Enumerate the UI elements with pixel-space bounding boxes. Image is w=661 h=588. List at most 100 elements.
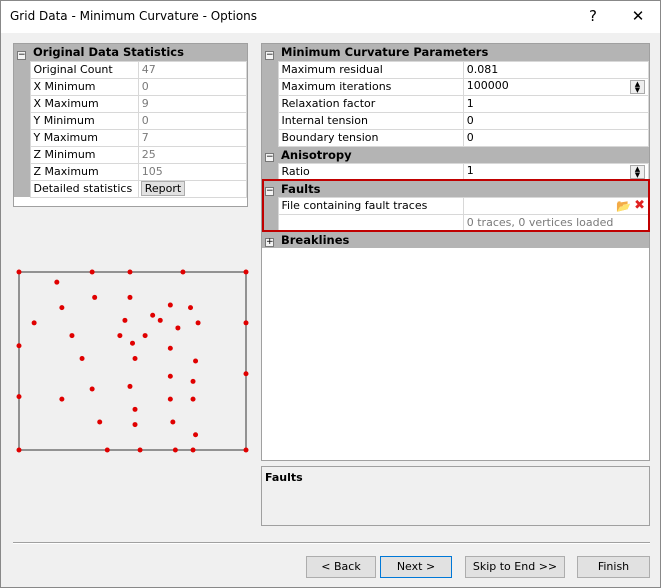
parameters-panel: − Minimum Curvature Parameters Maximum res…	[261, 43, 650, 461]
data-point	[167, 302, 173, 308]
stat-value: 105	[137, 162, 248, 181]
data-point	[243, 447, 249, 453]
data-point	[130, 340, 135, 346]
data-point	[127, 269, 133, 275]
data-point	[150, 312, 156, 318]
data-point	[16, 343, 22, 349]
stat-value: 47	[137, 60, 248, 79]
spinner-icon[interactable]: ▲ ▼	[630, 165, 645, 179]
data-preview-plot	[16, 269, 249, 453]
statistics-panel: − Original Data Statistics Original Count…	[13, 43, 248, 207]
stat-value: 0	[137, 77, 248, 96]
data-point	[190, 396, 196, 402]
back-button[interactable]: < Back	[306, 556, 376, 578]
collapse-icon[interactable]: −	[17, 50, 26, 60]
category-title: Minimum Curvature Parameters	[278, 44, 649, 61]
data-point	[243, 269, 249, 275]
skip-to-end-button[interactable]: Skip to End >>	[465, 556, 565, 578]
stat-label: Detailed statistics	[29, 179, 139, 198]
param-label: Boundary tension	[277, 128, 464, 147]
statistics-grid: − Original Data Statistics Original Count…	[14, 44, 248, 198]
stat-value: 7	[137, 128, 248, 147]
data-point	[69, 333, 75, 339]
data-point	[157, 317, 163, 323]
stat-row: Z Minimum 25	[14, 145, 248, 164]
data-point	[31, 320, 37, 326]
param-label: Ratio	[277, 162, 464, 181]
data-point	[167, 396, 173, 402]
data-point	[243, 320, 249, 326]
report-button[interactable]: Report	[140, 181, 186, 196]
stat-label: Y Minimum	[29, 111, 139, 130]
stat-row: Y Minimum 0	[14, 111, 248, 130]
data-point	[190, 447, 196, 453]
data-point	[142, 333, 148, 339]
param-value-input[interactable]: 1	[462, 94, 650, 113]
stat-label: Z Minimum	[29, 145, 139, 164]
help-button[interactable]: ?	[581, 5, 605, 29]
close-button[interactable]: ✕	[626, 5, 650, 29]
data-point	[188, 305, 194, 311]
stat-label: Z Maximum	[29, 162, 139, 181]
data-point	[127, 383, 133, 389]
data-point	[167, 373, 173, 379]
data-point	[127, 294, 133, 300]
param-label: Internal tension	[277, 111, 464, 130]
stat-row: Original Count 47	[14, 60, 248, 79]
category-minimum-curvature[interactable]: − Minimum Curvature Parameters	[262, 44, 649, 61]
divider	[13, 542, 650, 544]
next-button[interactable]: Next >	[380, 556, 452, 578]
data-point	[59, 396, 65, 402]
param-row: Ratio ▲ ▼ 1	[262, 162, 650, 181]
data-point	[117, 333, 123, 339]
stat-value: 0	[137, 111, 248, 130]
param-row: Maximum residual 0.081	[262, 60, 650, 79]
param-value-input[interactable]: 0	[462, 128, 650, 147]
spinner-icon[interactable]: ▲ ▼	[630, 80, 645, 94]
stat-row: Detailed statistics Report	[14, 179, 248, 198]
param-row: Internal tension 0	[262, 111, 650, 130]
data-point	[172, 447, 178, 453]
param-label: Relaxation factor	[277, 94, 464, 113]
title-bar: Grid Data - Minimum Curvature - Options …	[1, 1, 660, 33]
param-value-input[interactable]: 0	[462, 111, 650, 130]
category-title: Breaklines	[278, 231, 649, 248]
dialog-window: Grid Data - Minimum Curvature - Options …	[0, 0, 661, 588]
data-point	[59, 305, 65, 311]
category-anisotropy[interactable]: − Anisotropy	[262, 146, 649, 163]
data-point	[180, 269, 186, 275]
param-row: Relaxation factor 1	[262, 94, 650, 113]
data-point	[89, 269, 95, 275]
param-label: Maximum residual	[277, 60, 464, 79]
stat-row: Y Maximum 7	[14, 128, 248, 147]
param-row: Maximum iterations ▲ ▼ 100000	[262, 77, 650, 96]
collapse-icon[interactable]: −	[265, 50, 274, 60]
data-point	[122, 317, 128, 323]
stat-label: X Maximum	[29, 94, 139, 113]
data-point	[243, 371, 249, 377]
expand-icon[interactable]: +	[265, 237, 274, 247]
stat-label: X Minimum	[29, 77, 139, 96]
param-value-input[interactable]: ▲ ▼ 100000	[462, 77, 650, 96]
data-point	[190, 378, 196, 384]
window-title: Grid Data - Minimum Curvature - Options	[10, 9, 258, 23]
data-point	[170, 419, 176, 425]
category-breaklines[interactable]: + Breaklines	[262, 231, 649, 248]
stat-row: Z Maximum 105	[14, 162, 248, 181]
finish-button[interactable]: Finish	[577, 556, 650, 578]
stat-label: Y Maximum	[29, 128, 139, 147]
data-point	[175, 325, 181, 331]
data-point	[193, 358, 199, 364]
stat-value: 25	[137, 145, 248, 164]
data-point	[92, 294, 98, 300]
param-value-input[interactable]: 0.081	[462, 60, 650, 79]
data-point	[195, 320, 201, 326]
collapse-icon[interactable]: −	[265, 152, 274, 162]
data-point	[167, 345, 173, 351]
data-point	[16, 447, 22, 453]
ratio-input[interactable]: ▲ ▼ 1	[462, 162, 650, 181]
data-point	[137, 447, 143, 453]
data-point	[16, 269, 22, 275]
data-point	[89, 386, 95, 392]
data-point	[193, 432, 199, 438]
